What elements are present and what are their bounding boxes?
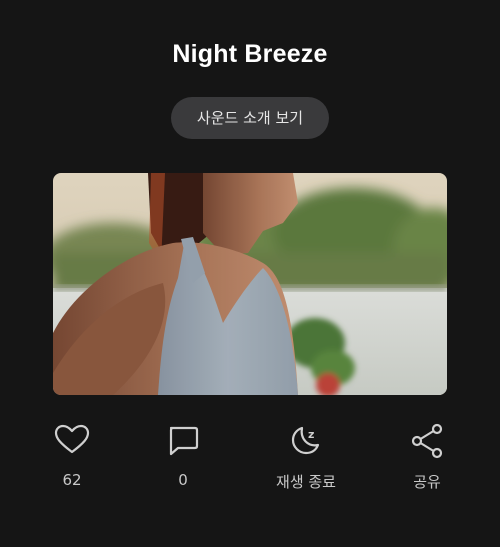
sound-intro-button[interactable]: 사운드 소개 보기	[171, 97, 329, 139]
sound-cover-image[interactable]	[53, 173, 447, 395]
sleep-timer-button[interactable]: z 재생 종료	[261, 420, 351, 492]
page-title: Night Breeze	[172, 40, 328, 68]
comment-count: 0	[178, 471, 188, 489]
sound-detail-screen: Night Breeze 사운드 소개 보기 62 0 z 재생 종료 공유	[0, 0, 500, 547]
comment-button[interactable]: 0	[138, 420, 228, 489]
share-button[interactable]: 공유	[382, 420, 472, 492]
moon-zz-icon[interactable]: z	[286, 420, 326, 460]
share-label: 공유	[413, 473, 441, 491]
like-count: 62	[62, 471, 82, 489]
svg-text:z: z	[308, 428, 314, 441]
action-bar: 62 0 z 재생 종료 공유	[0, 420, 500, 500]
share-icon[interactable]	[407, 420, 447, 460]
like-button[interactable]: 62	[27, 420, 117, 489]
comment-icon[interactable]	[163, 420, 203, 460]
sleep-timer-label: 재생 종료	[276, 473, 336, 491]
heart-icon[interactable]	[52, 420, 92, 460]
